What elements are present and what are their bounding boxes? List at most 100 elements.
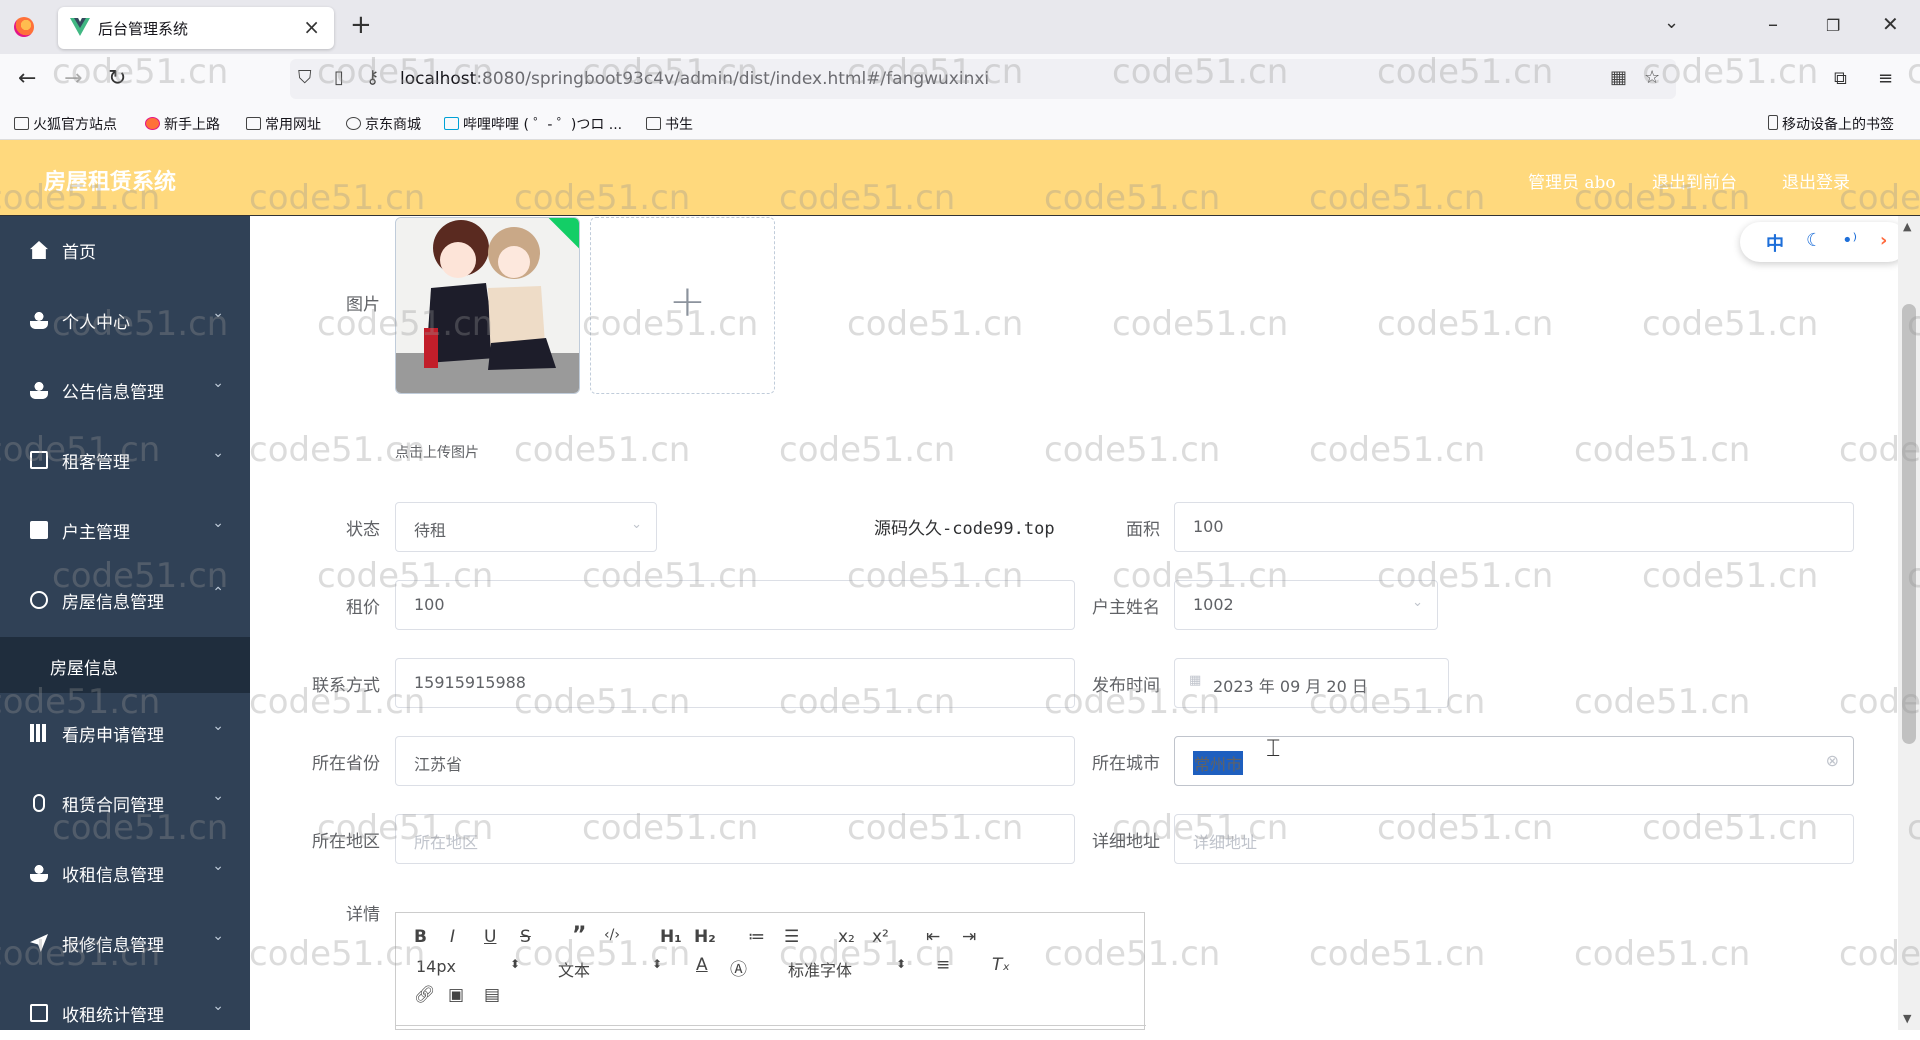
bookmark-shusheng[interactable]: 书生 (646, 114, 693, 134)
window-close-icon[interactable]: ✕ (1882, 12, 1899, 36)
indent-icon[interactable]: ⇥ (962, 927, 976, 947)
paragraph-select[interactable]: 文本 (558, 957, 590, 981)
mobile-bookmarks[interactable]: 移动设备上的书签 (1768, 114, 1894, 134)
quote-icon[interactable]: ” (572, 923, 586, 948)
contact-input[interactable]: 15915915988 (395, 658, 1075, 708)
clear-format-icon[interactable]: Tₓ (992, 955, 1010, 975)
underline-icon[interactable]: U (484, 927, 496, 947)
page-icon[interactable]: ▯ (334, 67, 344, 88)
superscript-icon[interactable]: x² (872, 927, 889, 947)
province-input[interactable]: 江苏省 (395, 736, 1075, 786)
app-title: 房屋租赁系统 (44, 169, 177, 195)
clear-icon[interactable]: ⊗ (1826, 751, 1839, 770)
scroll-thumb[interactable] (1902, 304, 1916, 744)
menu-icon[interactable]: ≡ (1878, 68, 1893, 89)
district-input[interactable]: 所在地区 (395, 814, 1075, 864)
url-bar[interactable]: ⛉ ▯ ⚷ localhost:8080/springboot93c4v/adm… (290, 59, 1676, 99)
sidebar-subitem-house-info[interactable]: 房屋信息 (0, 637, 250, 693)
chinese-toggle[interactable]: 中 (1766, 230, 1784, 256)
reload-icon[interactable]: ↻ (108, 66, 126, 91)
font-family-select[interactable]: 标准字体 (788, 957, 852, 981)
plus-icon: + (669, 276, 706, 327)
bookmark-getting-started[interactable]: 新手上路 (145, 114, 220, 134)
sidebar-item-viewing-requests[interactable]: 看房申请管理 ⌄ (0, 704, 250, 760)
align-icon[interactable]: ≡ (936, 955, 950, 975)
qr-code-icon[interactable]: ▦ (1610, 67, 1627, 88)
publish-date-picker[interactable]: ▦ 2023 年 09 月 20 日 (1174, 658, 1449, 708)
bookmark-bilibili[interactable]: 哔哩哔哩 ( ゜- ゜)つロ ... (444, 114, 622, 134)
outdent-icon[interactable]: ⇤ (926, 927, 940, 947)
chevron-right-icon[interactable]: › (1880, 230, 1887, 251)
scroll-up-icon[interactable]: ▲ (1903, 220, 1911, 233)
bookmarks-bar: 火狐官方站点 新手上路 常用网址 京东商城 哔哩哔哩 ( ゜- ゜)つロ ...… (0, 106, 1920, 140)
sidebar-item-tenants[interactable]: 租客管理 ⌄ (0, 431, 250, 487)
heading2-icon[interactable]: H₂ (694, 927, 716, 947)
link-icon[interactable]: 🔗︎ (414, 985, 436, 1005)
user-icon (30, 311, 48, 329)
font-size-select[interactable]: 14px (416, 957, 456, 976)
sidebar-item-rent-stats[interactable]: 收租统计管理 ⌄ (0, 984, 250, 1040)
globe-icon (346, 117, 361, 130)
scroll-down-icon[interactable]: ▼ (1903, 1012, 1911, 1025)
moon-icon[interactable]: ☾ (1806, 230, 1822, 251)
close-tab-icon[interactable]: × (303, 15, 320, 39)
tab-list-icon[interactable]: ⌄ (1664, 12, 1679, 33)
restore-icon[interactable]: ❐ (1826, 16, 1840, 35)
page-scrollbar[interactable]: ▲ ▼ (1898, 216, 1920, 1030)
extensions-icon[interactable]: ⧉ (1834, 68, 1847, 89)
font-color-icon[interactable]: A (696, 955, 708, 975)
area-input[interactable]: 100 (1174, 502, 1854, 552)
translate-widget[interactable]: 中 ☾ •⁾ › (1740, 222, 1908, 262)
anime-image (396, 218, 579, 393)
chevron-down-icon: ⌄ (631, 517, 642, 532)
new-tab-icon[interactable]: + (350, 10, 372, 40)
rich-text-editor[interactable]: B I U S ” ‹/› H₁ H₂ ≔ ☰ x₂ x² ⇤ ⇥ 14px ⬍… (395, 912, 1146, 1030)
minimize-icon[interactable]: – (1768, 12, 1778, 36)
bold-icon[interactable]: B (414, 927, 427, 947)
logout-link[interactable]: 退出登录 (1782, 168, 1850, 193)
sidebar-item-notice[interactable]: 公告信息管理 ⌄ (0, 361, 250, 417)
bookmark-jd[interactable]: 京东商城 (346, 114, 421, 134)
address-input[interactable]: 详细地址 (1174, 814, 1854, 864)
sidebar-item-repairs[interactable]: 报修信息管理 ⌄ (0, 914, 250, 970)
calendar-icon: ▦ (1189, 673, 1202, 688)
background-color-icon[interactable]: Ⓐ (730, 955, 747, 980)
rent-input[interactable]: 100 (395, 580, 1075, 630)
italic-icon[interactable]: I (450, 927, 455, 947)
dots-icon[interactable]: •⁾ (1842, 230, 1857, 251)
back-icon[interactable]: ← (18, 66, 36, 91)
ordered-list-icon[interactable]: ≔ (748, 927, 765, 947)
bookmark-common-sites[interactable]: 常用网址 (246, 114, 321, 134)
add-image-button[interactable]: + (590, 217, 775, 394)
strike-icon[interactable]: S (520, 927, 531, 947)
shield-icon[interactable]: ⛉ (298, 67, 312, 88)
sidebar-item-home[interactable]: 首页 (0, 221, 250, 277)
key-icon[interactable]: ⚷ (366, 67, 379, 88)
heading1-icon[interactable]: H₁ (660, 927, 682, 947)
bookmark-firefox[interactable]: 火狐官方站点 (14, 114, 117, 134)
folder-icon (246, 117, 261, 130)
forward-icon[interactable]: → (64, 66, 82, 91)
user-icon (30, 381, 48, 399)
bullet-list-icon[interactable]: ☰ (784, 927, 799, 947)
bookmark-star-icon[interactable]: ☆ (1644, 67, 1660, 88)
rent-label: 租价 (346, 598, 380, 618)
browser-tab[interactable]: 后台管理系统 × (58, 7, 334, 49)
status-select[interactable]: 待租 ⌄ (395, 502, 657, 552)
district-label: 所在地区 (312, 832, 380, 852)
url-text[interactable]: localhost:8080/springboot93c4v/admin/dis… (400, 69, 989, 89)
sidebar-item-personal-center[interactable]: 个人中心 ⌄ (0, 291, 250, 347)
site-label: 源码久久-code99.top (874, 519, 1055, 539)
sidebar-item-contracts[interactable]: 租赁合同管理 ⌄ (0, 774, 250, 830)
sidebar-item-rent-collection[interactable]: 收租信息管理 ⌄ (0, 844, 250, 900)
upload-hint: 点击上传图片 (395, 445, 479, 461)
exit-to-front-link[interactable]: 退出到前台 (1652, 168, 1737, 193)
sidebar-item-houses[interactable]: 房屋信息管理 ⌃ (0, 571, 250, 627)
uploaded-image[interactable] (395, 217, 580, 394)
subscript-icon[interactable]: x₂ (838, 927, 855, 947)
code-icon[interactable]: ‹/› (604, 927, 620, 943)
video-icon[interactable]: ▤ (484, 985, 500, 1005)
sidebar-item-owners[interactable]: 户主管理 ⌄ (0, 501, 250, 557)
owner-select[interactable]: 1002 ⌄ (1174, 580, 1438, 630)
image-icon[interactable]: ▣ (448, 985, 464, 1005)
